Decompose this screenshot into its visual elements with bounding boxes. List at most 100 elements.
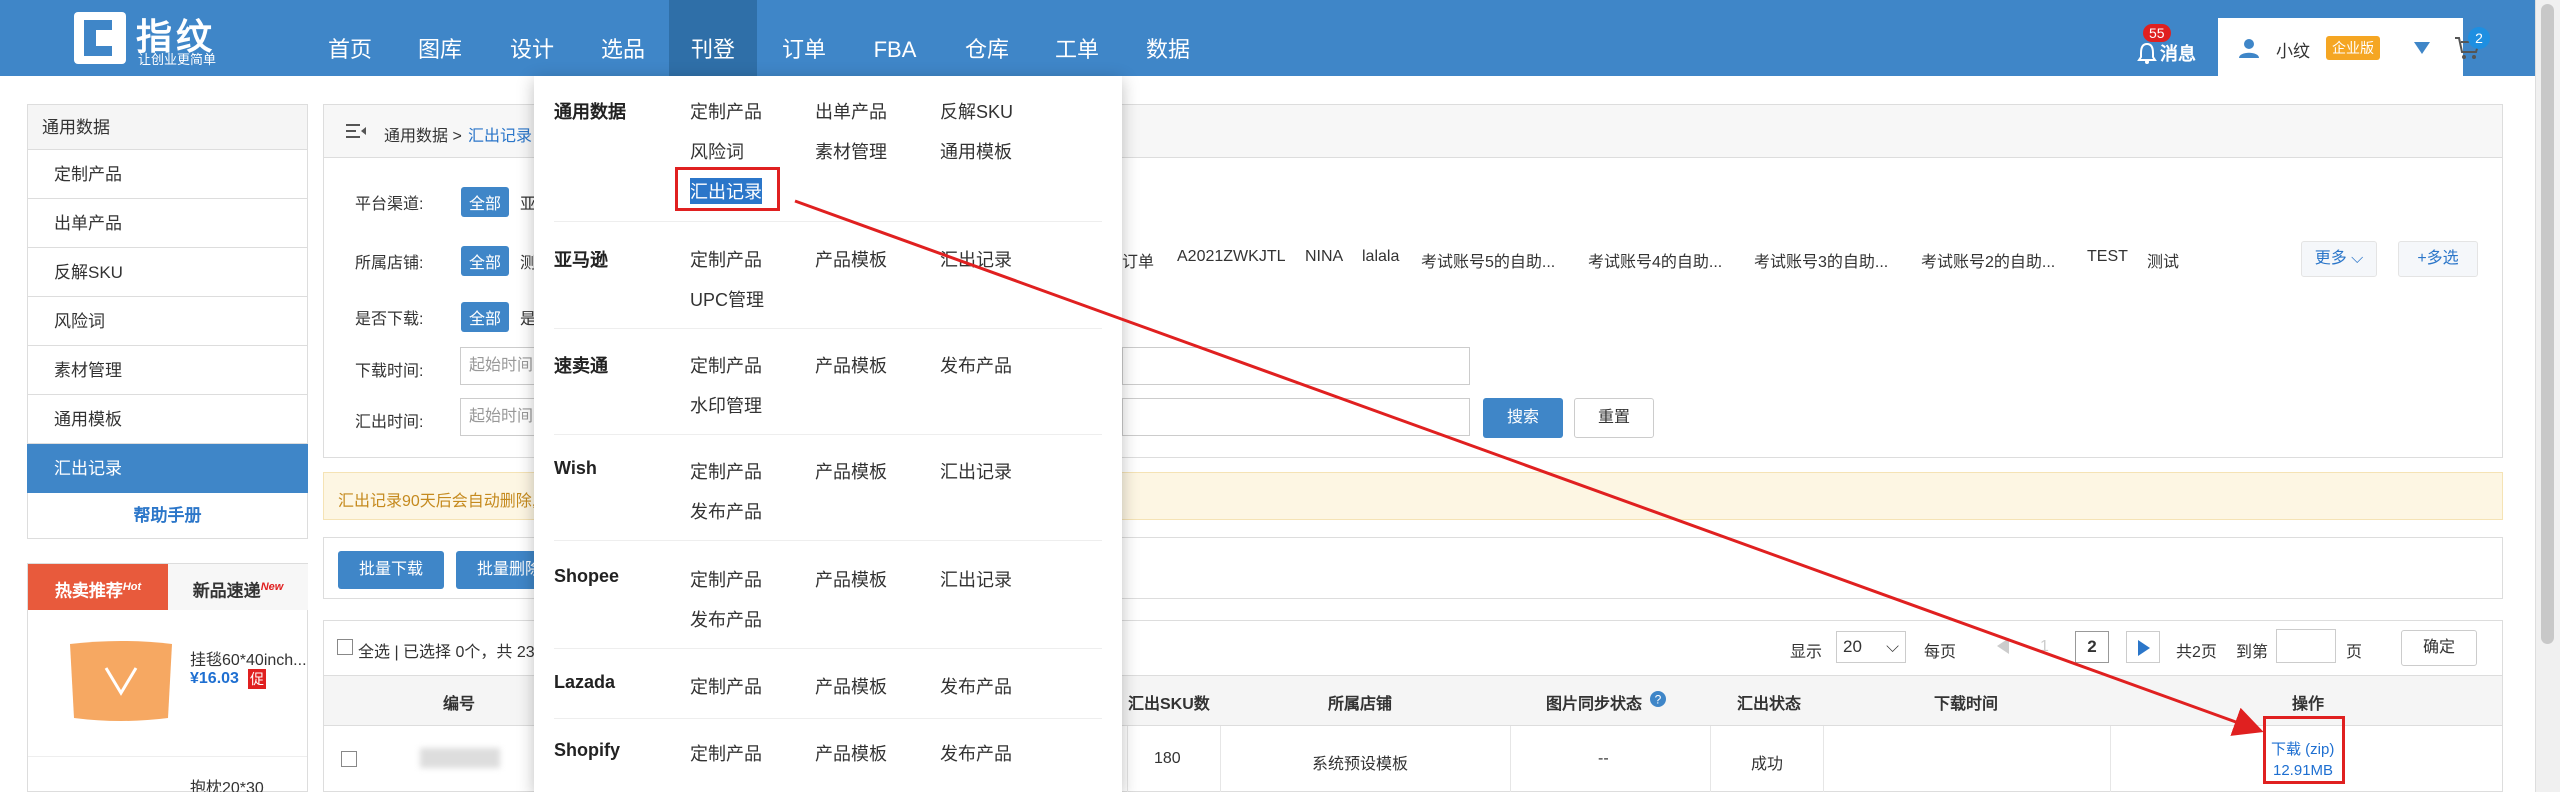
sidebar-item-materials[interactable]: 素材管理 bbox=[27, 346, 308, 395]
dd-link-shopee-custom[interactable]: 定制产品 bbox=[690, 566, 762, 592]
dd-group-shopify: Shopify bbox=[554, 740, 620, 760]
dd-link-amazon-templates[interactable]: 产品模板 bbox=[815, 246, 887, 272]
sidebar-item-export-records[interactable]: 汇出记录 bbox=[27, 444, 308, 493]
multi-select-button[interactable]: +多选 bbox=[2398, 241, 2478, 277]
nav-warehouse[interactable]: 仓库 bbox=[957, 0, 1017, 76]
dd-link-risk-words[interactable]: 风险词 bbox=[690, 138, 744, 164]
nav-fba[interactable]: FBA bbox=[865, 0, 925, 76]
sidebar-item-reverse-sku[interactable]: 反解SKU bbox=[27, 248, 308, 297]
nav-listing[interactable]: 刊登 bbox=[669, 0, 757, 76]
new-badge: New bbox=[260, 581, 284, 593]
messages-label[interactable]: 消息 bbox=[2160, 40, 2196, 66]
cart-count-badge: 2 bbox=[2468, 27, 2490, 49]
store-option[interactable]: 考试账号4的自助... bbox=[1588, 248, 1722, 272]
dd-link-aliexpress-custom[interactable]: 定制产品 bbox=[690, 352, 762, 378]
dd-link-aliexpress-templates[interactable]: 产品模板 bbox=[815, 352, 887, 378]
dd-link-shopify-templates[interactable]: 产品模板 bbox=[815, 740, 887, 766]
dd-link-aliexpress-watermark[interactable]: 水印管理 bbox=[690, 392, 762, 418]
goto-page-input[interactable] bbox=[2276, 629, 2336, 663]
dd-link-custom-products[interactable]: 定制产品 bbox=[690, 98, 762, 124]
batch-download-button[interactable]: 批量下载 bbox=[338, 551, 444, 589]
next-page-button[interactable] bbox=[2126, 631, 2160, 663]
divider bbox=[554, 221, 1102, 222]
prev-page-icon[interactable] bbox=[1997, 638, 2009, 654]
store-option[interactable]: 考试账号3的自助... bbox=[1754, 248, 1888, 272]
dd-link-wish-custom[interactable]: 定制产品 bbox=[690, 458, 762, 484]
goto-confirm-button[interactable]: 确定 bbox=[2401, 630, 2477, 666]
page-1-link[interactable]: 1 bbox=[2040, 638, 2049, 656]
breadcrumb-current: 汇出记录 bbox=[468, 128, 533, 145]
store-option[interactable]: TEST bbox=[2087, 248, 2128, 266]
dd-link-amazon-custom[interactable]: 定制产品 bbox=[690, 246, 762, 272]
dd-link-wish-publish[interactable]: 发布产品 bbox=[690, 498, 762, 524]
store-option[interactable]: A2021ZWKJTL bbox=[1177, 248, 1285, 266]
tab-hot-sales[interactable]: 热卖推荐Hot bbox=[28, 564, 168, 610]
nav-selection[interactable]: 选品 bbox=[593, 0, 653, 76]
dd-link-ordered-products[interactable]: 出单产品 bbox=[815, 98, 887, 124]
sidebar-item-custom-products[interactable]: 定制产品 bbox=[27, 150, 308, 199]
promo-item-name[interactable]: 挂毯60*40inch... bbox=[190, 646, 307, 670]
platform-all-chip[interactable]: 全部 bbox=[461, 187, 510, 217]
nav-design[interactable]: 设计 bbox=[502, 0, 562, 76]
nav-home[interactable]: 首页 bbox=[320, 0, 380, 76]
sidebar-item-ordered-products[interactable]: 出单产品 bbox=[27, 199, 308, 248]
sidebar-item-risk-words[interactable]: 风险词 bbox=[27, 297, 308, 346]
store-option[interactable]: 考试账号2的自助... bbox=[1921, 248, 2055, 272]
row-checkbox[interactable] bbox=[341, 751, 357, 767]
export-end-time-input[interactable] bbox=[1122, 398, 1470, 436]
dd-link-shopify-custom[interactable]: 定制产品 bbox=[690, 740, 762, 766]
dd-link-lazada-templates[interactable]: 产品模板 bbox=[815, 673, 887, 699]
messages-count-badge: 55 bbox=[2143, 24, 2171, 42]
store-option[interactable]: 测试 bbox=[2147, 248, 2179, 272]
tab-new-products[interactable]: 新品速递New bbox=[168, 564, 308, 610]
dd-link-shopee-templates[interactable]: 产品模板 bbox=[815, 566, 887, 592]
download-zip-link[interactable]: 下载 (zip) bbox=[2271, 738, 2334, 759]
dd-link-wish-templates[interactable]: 产品模板 bbox=[815, 458, 887, 484]
product-thumbnail[interactable] bbox=[66, 638, 176, 724]
breadcrumb-parent[interactable]: 通用数据 > bbox=[384, 122, 462, 146]
nav-data[interactable]: 数据 bbox=[1138, 0, 1198, 76]
store-option[interactable]: lalala bbox=[1362, 248, 1399, 266]
bell-icon[interactable] bbox=[2137, 42, 2157, 64]
dd-link-lazada-publish[interactable]: 发布产品 bbox=[940, 673, 1012, 699]
downloaded-all-chip[interactable]: 全部 bbox=[461, 302, 510, 332]
user-menu[interactable]: 小纹 企业版 bbox=[2218, 18, 2480, 76]
help-manual-link[interactable]: 帮助手册 bbox=[27, 493, 308, 539]
page-2-current[interactable]: 2 bbox=[2075, 631, 2109, 663]
total-pages: 共2页 bbox=[2176, 644, 2217, 661]
nav-tickets[interactable]: 工单 bbox=[1047, 0, 1107, 76]
dd-link-materials[interactable]: 素材管理 bbox=[815, 138, 887, 164]
dd-link-templates[interactable]: 通用模板 bbox=[940, 138, 1012, 164]
chevron-down-icon[interactable] bbox=[2414, 42, 2430, 54]
dd-link-shopee-export[interactable]: 汇出记录 bbox=[940, 566, 1012, 592]
top-navigation-bar: 指纹 让创业更简单 首页 图库 设计 选品 刊登 订单 FBA 仓库 工单 数据… bbox=[0, 0, 2535, 76]
nav-orders[interactable]: 订单 bbox=[774, 0, 834, 76]
cell-store: 系统预设模板 bbox=[1312, 756, 1409, 773]
store-all-chip[interactable]: 全部 bbox=[461, 246, 510, 276]
page-size-select[interactable]: 20 ⌵ bbox=[1836, 631, 1906, 663]
sidebar-item-templates[interactable]: 通用模板 bbox=[27, 395, 308, 444]
dd-link-shopee-publish[interactable]: 发布产品 bbox=[690, 606, 762, 632]
reset-button[interactable]: 重置 bbox=[1574, 398, 1654, 438]
store-option[interactable]: 考试账号5的自助... bbox=[1421, 248, 1555, 272]
select-all-checkbox[interactable] bbox=[337, 639, 353, 655]
help-icon[interactable]: ? bbox=[1650, 691, 1666, 707]
brand-tagline: 让创业更简单 bbox=[138, 52, 217, 67]
dd-link-wish-export[interactable]: 汇出记录 bbox=[940, 458, 1012, 484]
cell-export-status: 成功 bbox=[1751, 756, 1784, 773]
dd-link-aliexpress-publish[interactable]: 发布产品 bbox=[940, 352, 1012, 378]
dd-link-amazon-export[interactable]: 汇出记录 bbox=[940, 246, 1012, 272]
more-stores-button[interactable]: 更多 ⌵ bbox=[2301, 241, 2377, 277]
dd-link-lazada-custom[interactable]: 定制产品 bbox=[690, 673, 762, 699]
dd-link-reverse-sku[interactable]: 反解SKU bbox=[940, 98, 1013, 124]
store-option[interactable]: NINA bbox=[1305, 248, 1343, 266]
scrollbar-thumb[interactable] bbox=[2541, 4, 2554, 644]
nav-gallery[interactable]: 图库 bbox=[410, 0, 470, 76]
dd-link-amazon-upc[interactable]: UPC管理 bbox=[690, 286, 764, 312]
dd-link-shopify-publish[interactable]: 发布产品 bbox=[940, 740, 1012, 766]
menu-toggle-icon[interactable] bbox=[346, 123, 366, 139]
search-button[interactable]: 搜索 bbox=[1483, 398, 1563, 438]
store-option[interactable]: 订单 bbox=[1122, 248, 1154, 272]
promo-item-name-2[interactable]: 抱枕20*30 bbox=[190, 774, 264, 792]
download-end-time-input[interactable] bbox=[1122, 347, 1470, 385]
